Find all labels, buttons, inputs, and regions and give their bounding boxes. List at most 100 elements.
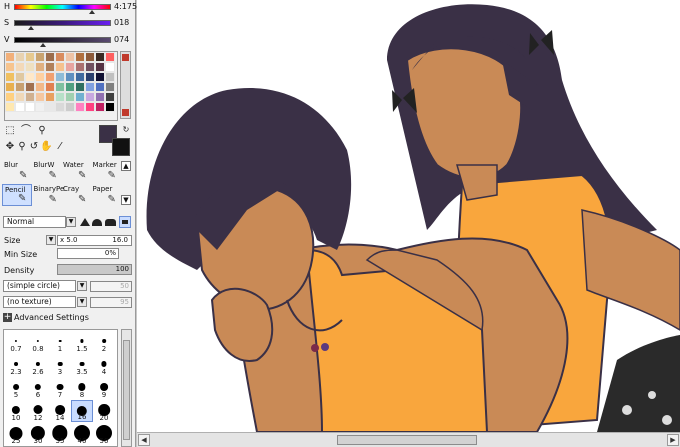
brush-size-option[interactable]: 20 bbox=[93, 400, 115, 422]
chevron-down-icon[interactable]: ▼ bbox=[77, 281, 87, 291]
brush-size-option[interactable]: 5 bbox=[5, 377, 27, 399]
color-swatch[interactable] bbox=[95, 52, 105, 62]
brush-size-option[interactable]: 3.5 bbox=[71, 354, 93, 376]
color-swatch[interactable] bbox=[15, 52, 25, 62]
magic-wand-icon[interactable]: ⚲ bbox=[36, 125, 48, 137]
color-swatch[interactable] bbox=[5, 92, 15, 102]
color-swatch[interactable] bbox=[85, 102, 95, 112]
texture-select[interactable]: (no texture) bbox=[3, 296, 76, 308]
color-swatch[interactable] bbox=[55, 92, 65, 102]
move-icon[interactable]: ✥ bbox=[4, 141, 16, 153]
color-swatch[interactable] bbox=[65, 62, 75, 72]
brush-shape-select[interactable]: (simple circle) bbox=[3, 280, 76, 292]
brush-size-option[interactable]: 50 bbox=[93, 423, 115, 445]
color-swatch[interactable] bbox=[45, 52, 55, 62]
color-swatch[interactable] bbox=[5, 62, 15, 72]
swap-colors-icon[interactable]: ↻ bbox=[120, 124, 132, 136]
density-slider[interactable]: 100 bbox=[57, 264, 132, 275]
min-size-field[interactable]: 0% bbox=[57, 248, 119, 259]
brush-size-option[interactable]: 40 bbox=[71, 423, 93, 445]
brush-size-option[interactable]: 6 bbox=[27, 377, 49, 399]
blend-mode-select[interactable]: Normal bbox=[3, 216, 66, 228]
color-swatch[interactable] bbox=[15, 62, 25, 72]
brush-size-option[interactable]: 30 bbox=[27, 423, 49, 445]
color-swatch[interactable] bbox=[5, 52, 15, 62]
color-swatch[interactable] bbox=[5, 72, 15, 82]
color-swatch[interactable] bbox=[45, 102, 55, 112]
color-swatch[interactable] bbox=[85, 92, 95, 102]
brush-size-option[interactable]: 8 bbox=[71, 377, 93, 399]
color-swatch[interactable] bbox=[25, 52, 35, 62]
brush-binarype[interactable]: BinaryPe ✎ bbox=[32, 184, 65, 206]
color-swatch[interactable] bbox=[5, 102, 15, 112]
value-knob[interactable] bbox=[40, 43, 46, 47]
color-swatch[interactable] bbox=[85, 72, 95, 82]
zoom-icon[interactable]: ⚲ bbox=[16, 141, 28, 153]
brush-size-option[interactable]: 4 bbox=[93, 354, 115, 376]
brush-size-option[interactable]: 35 bbox=[49, 423, 71, 445]
scroll-thumb[interactable] bbox=[337, 435, 477, 445]
color-swatch[interactable] bbox=[35, 72, 45, 82]
saturation-knob[interactable] bbox=[28, 26, 34, 30]
color-swatch[interactable] bbox=[35, 52, 45, 62]
color-swatch[interactable] bbox=[105, 52, 115, 62]
hue-knob[interactable] bbox=[89, 10, 95, 14]
brush-size-option[interactable]: 2.3 bbox=[5, 354, 27, 376]
eyedropper-icon[interactable]: ⁄ bbox=[54, 141, 66, 153]
chevron-down-icon[interactable]: ▼ bbox=[66, 217, 76, 227]
color-swatch[interactable] bbox=[55, 102, 65, 112]
brush-size-option[interactable]: 0.7 bbox=[5, 331, 27, 353]
shape-round-icon[interactable] bbox=[92, 219, 102, 226]
brush-cray[interactable]: Cray ✎ bbox=[61, 184, 91, 206]
expand-icon[interactable]: + bbox=[3, 313, 12, 322]
brush-size-option[interactable]: 9 bbox=[93, 377, 115, 399]
color-swatch[interactable] bbox=[75, 92, 85, 102]
brush-pencil[interactable]: Pencil ✎ bbox=[2, 184, 32, 206]
color-swatch[interactable] bbox=[95, 82, 105, 92]
brush-size-option[interactable]: 16 bbox=[71, 400, 93, 422]
rect-select-icon[interactable]: ⬚ bbox=[4, 125, 16, 137]
color-swatch[interactable] bbox=[75, 52, 85, 62]
color-swatch[interactable] bbox=[45, 62, 55, 72]
color-swatch[interactable] bbox=[105, 92, 115, 102]
color-swatch[interactable] bbox=[25, 92, 35, 102]
color-swatch[interactable] bbox=[5, 82, 15, 92]
lasso-icon[interactable]: ⌒ bbox=[20, 125, 32, 137]
scroll-right-icon[interactable]: ▶ bbox=[667, 434, 679, 446]
scroll-left-icon[interactable]: ◀ bbox=[138, 434, 150, 446]
drawing-canvas[interactable] bbox=[137, 0, 680, 447]
color-swatch[interactable] bbox=[75, 72, 85, 82]
color-swatch[interactable] bbox=[95, 72, 105, 82]
color-swatch[interactable] bbox=[85, 82, 95, 92]
brush-size-option[interactable]: 0.8 bbox=[27, 331, 49, 353]
color-swatch[interactable] bbox=[65, 72, 75, 82]
brush-marker[interactable]: Marker ✎ bbox=[91, 160, 121, 182]
color-swatch[interactable] bbox=[45, 72, 55, 82]
horizontal-scrollbar[interactable]: ◀ ▶ bbox=[137, 432, 680, 447]
color-swatch[interactable] bbox=[15, 102, 25, 112]
color-swatch[interactable] bbox=[95, 102, 105, 112]
size-scroll-thumb[interactable] bbox=[123, 340, 130, 440]
color-swatch[interactable] bbox=[25, 82, 35, 92]
color-swatch[interactable] bbox=[25, 102, 35, 112]
blank-tool-icon[interactable] bbox=[52, 125, 64, 137]
color-swatch[interactable] bbox=[45, 82, 55, 92]
color-swatch[interactable] bbox=[65, 82, 75, 92]
swatch-scroll-down[interactable] bbox=[122, 109, 129, 116]
brush-shape-selector[interactable] bbox=[80, 216, 132, 228]
brush-size-option[interactable]: 1.5 bbox=[71, 331, 93, 353]
brush-size-option[interactable]: 14 bbox=[49, 400, 71, 422]
advanced-settings-label[interactable]: Advanced Settings bbox=[14, 313, 89, 322]
color-swatch[interactable] bbox=[35, 62, 45, 72]
chevron-down-icon[interactable]: ▼ bbox=[77, 297, 87, 307]
color-swatch[interactable] bbox=[55, 62, 65, 72]
value-slider[interactable] bbox=[14, 37, 111, 43]
color-swatch[interactable] bbox=[15, 82, 25, 92]
color-swatch[interactable] bbox=[35, 92, 45, 102]
color-swatch[interactable] bbox=[25, 72, 35, 82]
color-swatch[interactable] bbox=[65, 52, 75, 62]
size-field[interactable]: x 5.0 16.0 bbox=[57, 235, 132, 246]
color-swatch[interactable] bbox=[75, 62, 85, 72]
color-swatch[interactable] bbox=[45, 92, 55, 102]
color-swatch[interactable] bbox=[105, 62, 115, 72]
